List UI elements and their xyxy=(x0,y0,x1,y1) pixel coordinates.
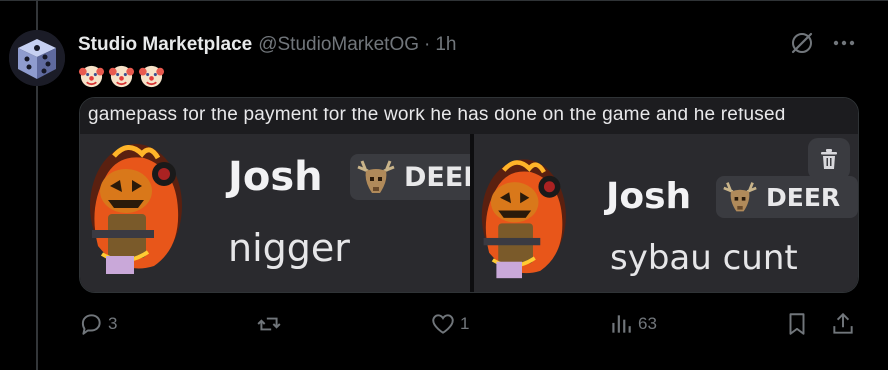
top-divider xyxy=(0,0,888,1)
role-tag: DEEI xyxy=(350,154,470,200)
more-icon[interactable] xyxy=(831,30,857,56)
share-button[interactable] xyxy=(830,309,856,339)
role-text: DEEI xyxy=(404,161,470,193)
emoji-row xyxy=(78,62,165,89)
separator-dot: · xyxy=(424,34,431,55)
clown-face-icon xyxy=(78,65,105,88)
like-button[interactable]: 1 xyxy=(430,309,469,339)
views-icon xyxy=(612,315,631,333)
message-author-name: Josh xyxy=(228,154,323,200)
tweet-view: Studio Marketplace @StudioMarketOG · 1h xyxy=(0,0,888,370)
action-bar: 3 1 63 xyxy=(78,309,858,339)
message-author-name: Josh xyxy=(606,176,692,217)
reply-icon xyxy=(81,314,101,335)
reply-count: 3 xyxy=(108,314,118,333)
pumpkin-avatar-icon xyxy=(90,144,182,274)
message-panel-left[interactable]: Josh DEEI nigger xyxy=(80,134,470,292)
trash-icon xyxy=(821,149,837,169)
message-panel-right[interactable]: Josh DEER sybau cunt xyxy=(474,134,858,292)
message-text: nigger xyxy=(228,226,350,270)
bookmark-icon xyxy=(789,313,805,335)
post-time[interactable]: 1h xyxy=(435,34,456,56)
clown-face-icon xyxy=(138,65,165,88)
trash-button[interactable] xyxy=(808,138,850,180)
repost-icon xyxy=(257,317,281,331)
avatar[interactable] xyxy=(9,30,65,86)
like-icon xyxy=(432,314,454,334)
like-count: 1 xyxy=(460,314,470,333)
dice-avatar-icon xyxy=(9,30,65,86)
post-header: Studio Marketplace @StudioMarketOG · 1h xyxy=(78,33,456,57)
repost-button[interactable] xyxy=(256,309,286,339)
pumpkin-avatar-icon xyxy=(481,159,566,279)
caption-strip-crop xyxy=(80,98,858,108)
deer-icon xyxy=(357,160,395,193)
grok-icon[interactable] xyxy=(789,30,815,56)
media-attachment[interactable]: gamepass for the payment for the work he… xyxy=(79,97,859,293)
views-count: 63 xyxy=(638,314,657,333)
views-button[interactable]: 63 xyxy=(608,309,657,339)
message-text: sybau cunt xyxy=(610,238,798,278)
share-icon xyxy=(833,312,853,334)
deer-icon xyxy=(723,182,757,212)
caption-strip: gamepass for the payment for the work he… xyxy=(80,98,858,134)
role-tag: DEER xyxy=(716,176,858,218)
clown-face-icon xyxy=(108,65,135,88)
user-handle[interactable]: @StudioMarketOG xyxy=(258,34,419,56)
role-text: DEER xyxy=(766,182,841,212)
bookmark-button[interactable] xyxy=(784,309,810,339)
display-name[interactable]: Studio Marketplace xyxy=(78,34,252,56)
reply-button[interactable]: 3 xyxy=(78,309,117,339)
